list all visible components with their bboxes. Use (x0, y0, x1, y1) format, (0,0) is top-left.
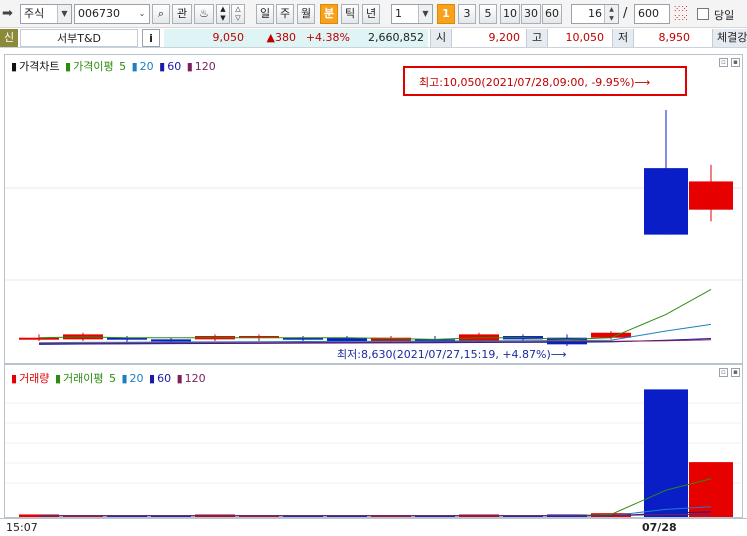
minute-label: 1 (442, 7, 450, 20)
high-price: 10,050 (565, 31, 605, 44)
minute-60-button[interactable]: 60 (542, 4, 562, 24)
total-value: 600 (638, 7, 659, 20)
stock-code-value: 006730 (78, 7, 120, 20)
credit-badge: 신 (0, 29, 18, 47)
chevron-down-icon[interactable]: ⌄ (135, 5, 149, 23)
arrow-down-icon: ▼ (220, 14, 226, 22)
stock-code-input[interactable]: 006730 ⌄ (74, 4, 150, 24)
period-label: 년 (365, 7, 377, 20)
spin-icon[interactable]: ▲ ▼ (604, 5, 618, 23)
candle-body (689, 181, 733, 210)
price-change: ▲380 (248, 29, 300, 47)
high-annotation: 최고:10,050(2021/07/28,09:00, -9.95%)⟶ (419, 76, 651, 89)
watchlist-button[interactable]: 관 (172, 4, 192, 24)
volume-chart-pane[interactable]: ▮ 거래량 ▮ 거래이평 5 ▮ 20 ▮ 60 ▮ 120 ▫ ▪ (4, 364, 743, 518)
open-price: 9,200 (488, 31, 521, 44)
arrow-up-icon: △ (235, 5, 241, 13)
volume-bar (689, 462, 733, 517)
stepper-button[interactable]: ▲ ▼ (216, 4, 230, 24)
minute-10-button[interactable]: 10 (500, 4, 520, 24)
same-day-checkbox[interactable] (697, 8, 709, 20)
market-select-value: 주식 (24, 7, 45, 20)
minute-label: 30 (524, 7, 538, 20)
search-button[interactable]: ⌕ (152, 4, 170, 24)
link-arrow-icon[interactable]: ➡ (2, 6, 18, 22)
stepper-button-2[interactable]: △ ▽ (231, 4, 245, 24)
interval-select[interactable]: 1 ▼ (391, 4, 433, 24)
volume-bar (644, 389, 688, 517)
volume-chart-svg (5, 389, 742, 517)
arrow-down-icon: ▽ (235, 14, 241, 22)
chart-toolbar: ➡ 주식 ▼ 006730 ⌄ ⌕ 관 ♨ ▲ ▼ △ ▽ 일 주 월 분 틱 년 … (0, 0, 747, 28)
period-tick-button[interactable]: 틱 (341, 4, 359, 24)
count-slash: / (623, 6, 628, 21)
info-button[interactable]: i (142, 29, 160, 47)
count-input[interactable]: 16 ▲ ▼ (571, 4, 619, 24)
ma-line-5 (38, 289, 712, 340)
minute-3-button[interactable]: 3 (458, 4, 476, 24)
period-label: 틱 (344, 7, 356, 20)
bell-button[interactable]: ♨ (194, 4, 214, 24)
period-month-button[interactable]: 월 (297, 4, 315, 24)
low-annotation: 최저:8,630(2021/07/27,15:19, +4.87%)⟶ (337, 348, 567, 361)
quote-info-row: 신 서부T&D i 9,050 ▲380 +4.38% 2,660,852 시 … (0, 28, 747, 48)
period-week-button[interactable]: 주 (276, 4, 294, 24)
strength-label: 체결강 (712, 29, 747, 47)
price-change-percent: +4.38% (300, 29, 354, 47)
minute-1-button[interactable]: 1 (437, 4, 455, 24)
minute-label: 5 (484, 7, 492, 20)
watchlist-label: 관 (176, 7, 188, 20)
stock-name: 서부T&D (20, 29, 138, 47)
period-label: 월 (300, 7, 312, 20)
count-value: 16 (588, 7, 602, 20)
axis-date-label: 07/28 (642, 521, 677, 534)
chevron-down-icon[interactable]: ▼ (57, 5, 71, 23)
period-label: 주 (279, 7, 291, 20)
period-year-button[interactable]: 년 (362, 4, 380, 24)
minute-30-button[interactable]: 30 (521, 4, 541, 24)
grid-settings-icon[interactable]: ⁙⁙ ⁙⁙ (673, 5, 689, 24)
search-icon: ⌕ (157, 7, 165, 20)
low-price: 8,950 (658, 31, 691, 44)
open-label: 시 (430, 29, 452, 47)
price-chart-pane[interactable]: ▮ 가격차트 ▮ 가격이평 5 ▮ 20 ▮ 60 ▮ 120 ▫ ▪ 최고:10,050… (4, 54, 743, 364)
current-price: 9,050 (164, 29, 248, 47)
price-chart-svg (5, 109, 742, 347)
time-axis: 15:07 07/28 (0, 518, 747, 536)
chevron-down-icon[interactable]: ▼ (418, 5, 432, 23)
bell-icon: ♨ (199, 7, 209, 20)
low-label: 저 (612, 29, 634, 47)
candle-body (151, 339, 191, 342)
axis-start-time: 15:07 (6, 521, 38, 534)
period-day-button[interactable]: 일 (256, 4, 274, 24)
interval-select-value: 1 (395, 7, 402, 20)
same-day-label: 당일 (714, 9, 735, 22)
period-label: 일 (259, 7, 271, 20)
trade-volume: 2,660,852 (354, 29, 428, 47)
minute-label: 10 (503, 7, 517, 20)
candle-body (591, 332, 631, 338)
high-label: 고 (526, 29, 548, 47)
arrow-up-icon: ▲ (220, 5, 226, 13)
minute-5-button[interactable]: 5 (479, 4, 497, 24)
minute-label: 3 (463, 7, 471, 20)
candle-body (19, 337, 59, 340)
candle-body (644, 168, 688, 235)
minute-label: 60 (545, 7, 559, 20)
period-label: 분 (323, 7, 335, 20)
total-input[interactable]: 600 (634, 4, 670, 24)
vol-ma-line-5 (39, 478, 712, 517)
period-minute-button[interactable]: 분 (320, 4, 338, 24)
market-select[interactable]: 주식 ▼ (20, 4, 72, 24)
